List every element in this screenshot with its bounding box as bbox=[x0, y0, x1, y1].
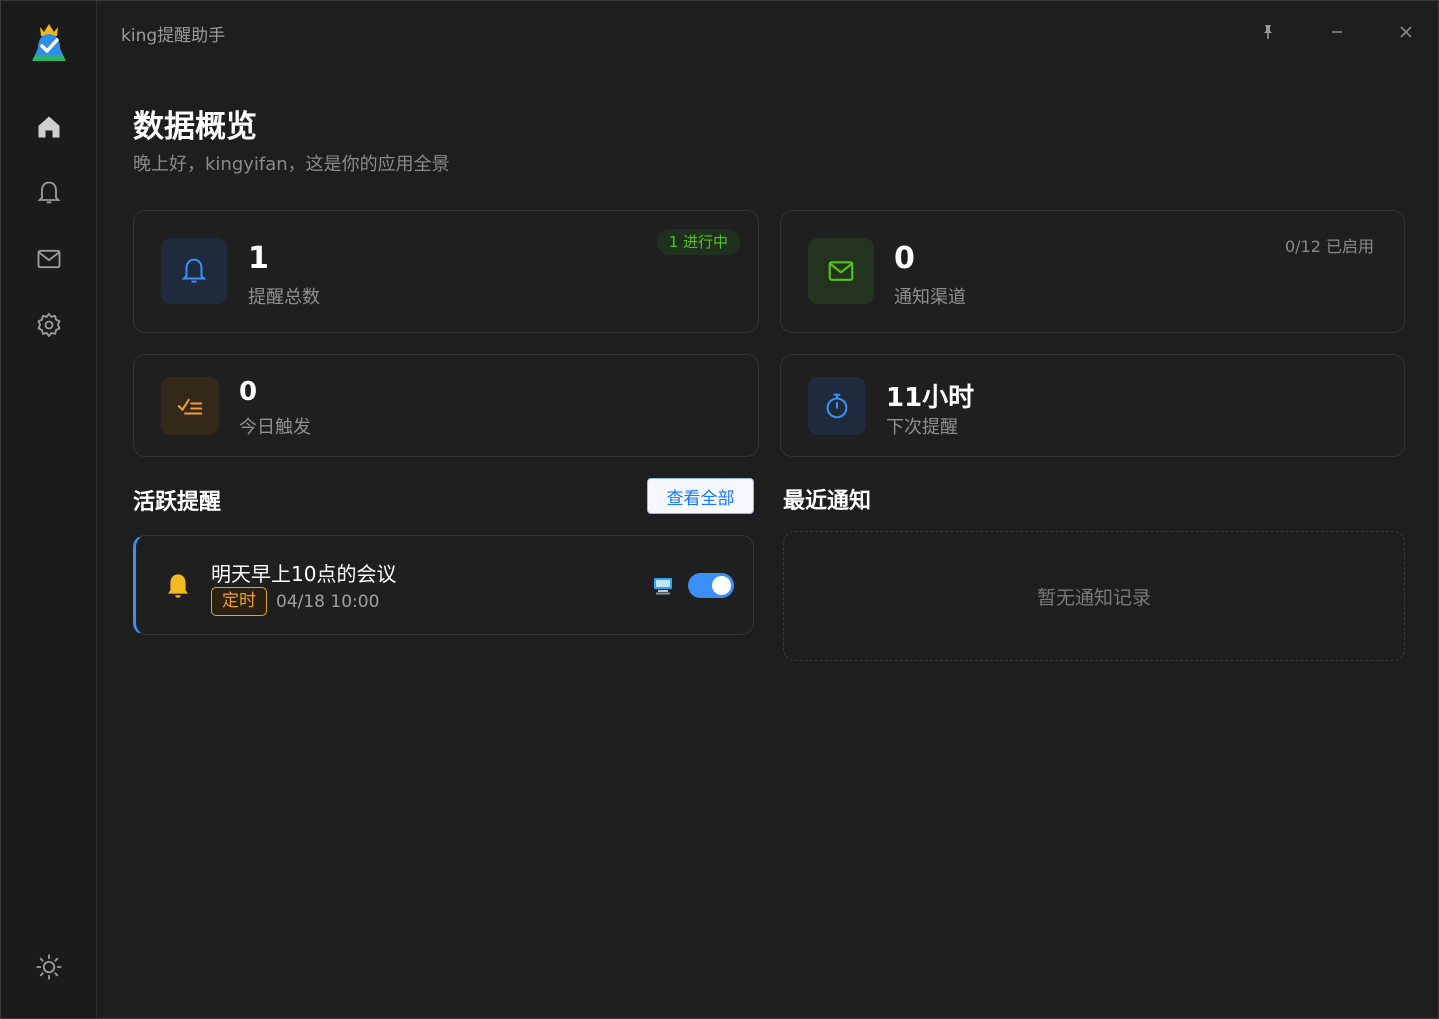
list-check-icon bbox=[177, 398, 203, 415]
bell-icon bbox=[37, 181, 61, 204]
stat-value: 0 bbox=[239, 377, 258, 407]
desktop-icon bbox=[654, 578, 672, 595]
stat-icon-box bbox=[808, 238, 874, 304]
minimize-icon bbox=[1332, 31, 1342, 33]
active-reminders-title: 活跃提醒 bbox=[133, 490, 222, 515]
sidebar bbox=[1, 1, 97, 1018]
bell-icon bbox=[181, 258, 207, 283]
stat-label: 下次提醒 bbox=[886, 417, 958, 438]
stat-card-channels[interactable]: 0 通知渠道 0/12 已启用 bbox=[780, 210, 1405, 333]
close-icon bbox=[1400, 26, 1412, 38]
notifications-empty-state: 暂无通知记录 bbox=[783, 531, 1405, 661]
page-subtitle: 晚上好，kingyifan，这是你的应用全景 bbox=[133, 154, 450, 175]
stat-value: 1 bbox=[248, 241, 269, 276]
stat-label: 提醒总数 bbox=[248, 287, 320, 308]
stopwatch-icon bbox=[826, 393, 848, 419]
sidebar-item-settings[interactable] bbox=[29, 305, 69, 345]
minimize-button[interactable] bbox=[1322, 17, 1352, 47]
sidebar-item-reminders[interactable] bbox=[29, 173, 69, 213]
reminder-title: 明天早上10点的会议 bbox=[211, 562, 397, 586]
gear-icon bbox=[37, 312, 61, 338]
toggle-knob bbox=[712, 576, 731, 595]
sidebar-item-channels[interactable] bbox=[29, 239, 69, 279]
stat-card-total[interactable]: 1 提醒总数 1 进行中 bbox=[133, 210, 759, 333]
stat-label: 今日触发 bbox=[239, 417, 311, 438]
empty-state-text: 暂无通知记录 bbox=[1036, 586, 1151, 609]
window-title: king提醒助手 bbox=[121, 26, 226, 46]
status-badge: 1 进行中 bbox=[656, 229, 740, 255]
reminder-card[interactable]: 明天早上10点的会议 定时 04/18 10:00 bbox=[133, 535, 754, 635]
stat-icon-box bbox=[161, 238, 227, 304]
reminder-time: 04/18 10:00 bbox=[276, 592, 380, 612]
sidebar-item-home[interactable] bbox=[29, 107, 69, 147]
app-logo bbox=[30, 21, 68, 63]
theme-toggle-button[interactable] bbox=[29, 947, 69, 987]
reminder-type-tag: 定时 bbox=[211, 587, 267, 616]
stat-label: 通知渠道 bbox=[894, 287, 966, 308]
channel-count-badge: 0/12 已启用 bbox=[1284, 237, 1374, 256]
recent-notifications-title: 最近通知 bbox=[783, 489, 872, 514]
pin-button[interactable] bbox=[1253, 17, 1283, 47]
page-title: 数据概览 bbox=[133, 109, 257, 145]
home-icon bbox=[38, 116, 60, 138]
stat-icon-box bbox=[161, 377, 219, 435]
stat-card-next[interactable]: 11小时 下次提醒 bbox=[780, 354, 1405, 457]
app-window: king提醒助手 数据概览 晚上好，kingyifan，这是你的应用全景 1 提… bbox=[0, 0, 1439, 1019]
close-button[interactable] bbox=[1391, 17, 1421, 47]
pin-icon bbox=[1264, 25, 1272, 39]
bell-icon bbox=[168, 574, 188, 598]
mail-icon bbox=[37, 249, 61, 269]
stat-card-today[interactable]: 0 今日触发 bbox=[133, 354, 759, 457]
stat-icon-box bbox=[808, 377, 866, 435]
stat-value: 11小时 bbox=[886, 383, 975, 413]
reminder-enable-toggle[interactable] bbox=[688, 573, 734, 598]
view-all-button[interactable]: 查看全部 bbox=[647, 478, 754, 514]
mail-icon bbox=[828, 261, 854, 281]
sun-icon bbox=[36, 954, 62, 980]
stat-value: 0 bbox=[894, 241, 915, 276]
